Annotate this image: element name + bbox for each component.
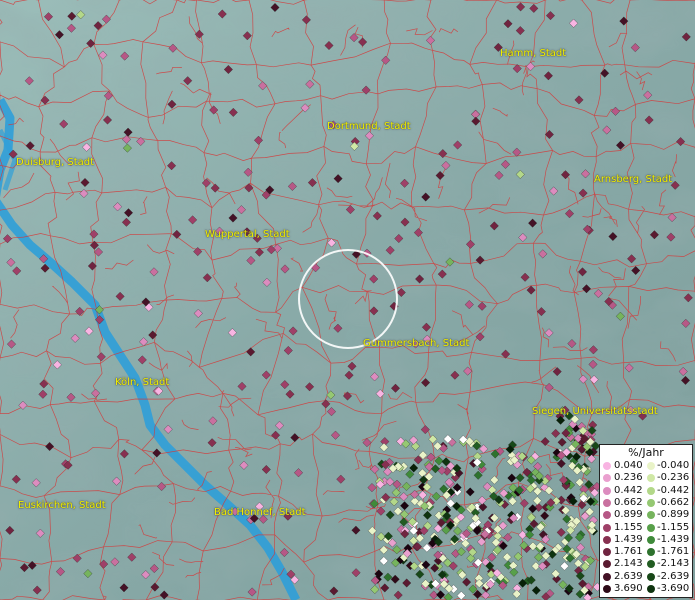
legend-row: 1.439 -1.439 (602, 534, 692, 546)
legend-value-negative: -2.639 (657, 570, 690, 582)
legend-value-positive: 0.662 (614, 496, 643, 508)
legend-swatch-positive (603, 511, 611, 520)
legend-row: 2.143 -2.143 (602, 558, 692, 570)
city-label: Arnsberg, Stadt (594, 174, 673, 185)
legend-swatch-negative (647, 572, 655, 581)
city-label: Duisburg, Stadt (16, 157, 95, 168)
legend-value-negative: -3.690 (657, 583, 690, 594)
legend-row: 0.040 -0.040 (602, 460, 692, 472)
legend-title: %/Jahr (628, 446, 664, 459)
legend-value-positive: 0.040 (614, 460, 643, 471)
legend-row: 0.662 -0.662 (602, 497, 692, 509)
legend-swatch-positive (603, 523, 611, 532)
legend-row: 1.761 -1.761 (602, 546, 692, 558)
legend-swatch-negative (647, 523, 655, 532)
city-label: Gummersbach, Stadt (363, 338, 470, 349)
map-legend: %/Jahr 0.040 -0.040 0.236 -0.236 0.442 -0.442… (599, 444, 693, 598)
map-view[interactable]: Hamm, Stadt Dortmund, Stadt Duisburg, Stad… (0, 0, 695, 600)
legend-value-negative: -0.040 (657, 460, 690, 471)
legend-value-negative: -2.143 (657, 558, 690, 570)
legend-swatch-negative (647, 548, 655, 557)
legend-swatch-positive (603, 585, 611, 593)
city-label: Siegen, Universitätsstadt (532, 406, 658, 417)
legend-value-negative: -1.439 (657, 533, 690, 545)
legend-swatch-positive (603, 535, 611, 544)
city-label: Wuppertal, Stadt (205, 229, 290, 240)
legend-swatch-positive (603, 462, 611, 470)
legend-swatch-positive (603, 486, 611, 495)
legend-value-positive: 0.899 (614, 509, 643, 521)
city-label: Köln, Stadt (115, 377, 170, 388)
legend-value-negative: -1.761 (657, 546, 690, 558)
legend-value-positive: 1.155 (614, 521, 643, 533)
legend-row: 0.442 -0.442 (602, 485, 692, 497)
legend-value-positive: 0.442 (614, 484, 643, 496)
legend-swatch-negative (647, 585, 655, 593)
legend-swatch-positive (603, 560, 611, 569)
legend-swatch-positive (603, 498, 611, 507)
legend-value-positive: 0.236 (614, 472, 643, 484)
legend-swatch-negative (647, 486, 655, 495)
legend-value-negative: -0.442 (657, 484, 690, 496)
legend-row: 2.639 -2.639 (602, 571, 692, 583)
legend-swatch-positive (603, 474, 611, 483)
legend-value-negative: -0.662 (657, 496, 690, 508)
legend-swatch-negative (647, 474, 655, 483)
city-label: Euskirchen, Stadt (18, 500, 106, 511)
legend-swatch-positive (603, 572, 611, 581)
legend-row: 0.899 -0.899 (602, 509, 692, 521)
legend-row: 3.690 -3.690 (602, 583, 692, 595)
legend-value-positive: 3.690 (614, 583, 643, 594)
city-label: Dortmund, Stadt (327, 121, 411, 132)
legend-swatch-negative (647, 560, 655, 569)
legend-value-positive: 2.143 (614, 558, 643, 570)
legend-value-negative: -1.155 (657, 521, 690, 533)
legend-value-negative: -0.236 (657, 472, 690, 484)
legend-value-positive: 1.439 (614, 533, 643, 545)
legend-value-positive: 1.761 (614, 546, 643, 558)
city-label: Bad Honnef, Stadt (214, 507, 306, 518)
legend-swatch-positive (603, 548, 611, 557)
legend-value-positive: 2.639 (614, 570, 643, 582)
legend-swatch-negative (647, 462, 655, 470)
legend-row: 1.155 -1.155 (602, 522, 692, 534)
legend-swatch-negative (647, 535, 655, 544)
legend-swatch-negative (647, 511, 655, 520)
legend-swatch-negative (647, 498, 655, 507)
legend-value-negative: -0.899 (657, 509, 690, 521)
city-label: Hamm, Stadt (500, 48, 567, 59)
legend-row: 0.236 -0.236 (602, 472, 692, 484)
